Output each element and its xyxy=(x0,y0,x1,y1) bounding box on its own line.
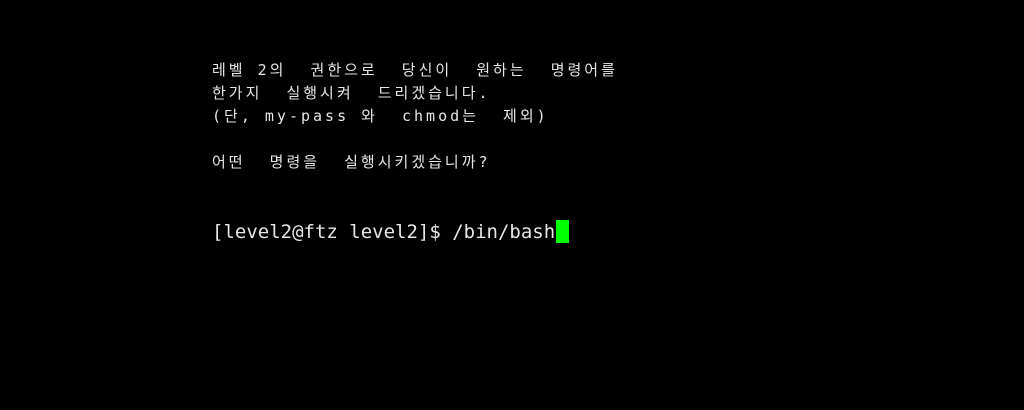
message-line-1: 레벨 2의 권한으로 당신이 원하는 명령어를 xyxy=(212,61,618,79)
message-line-4: 어떤 명령을 실행시키겠습니까? xyxy=(212,153,491,171)
message-line-3: (단, my-pass 와 chmod는 제외) xyxy=(212,107,549,125)
message-line-2: 한가지 실행시켜 드리겠습니다. xyxy=(212,84,491,102)
text-cursor xyxy=(556,220,570,243)
terminal-window[interactable]: 레벨 2의 권한으로 당신이 원하는 명령어를 한가지 실행시켜 드리겠습니다.… xyxy=(0,0,1024,410)
shell-prompt: [level2@ftz level2]$ xyxy=(212,220,453,243)
command-input-line[interactable]: [level2@ftz level2]$ /bin/bash xyxy=(212,220,570,243)
command-text[interactable]: /bin/bash xyxy=(452,221,555,243)
